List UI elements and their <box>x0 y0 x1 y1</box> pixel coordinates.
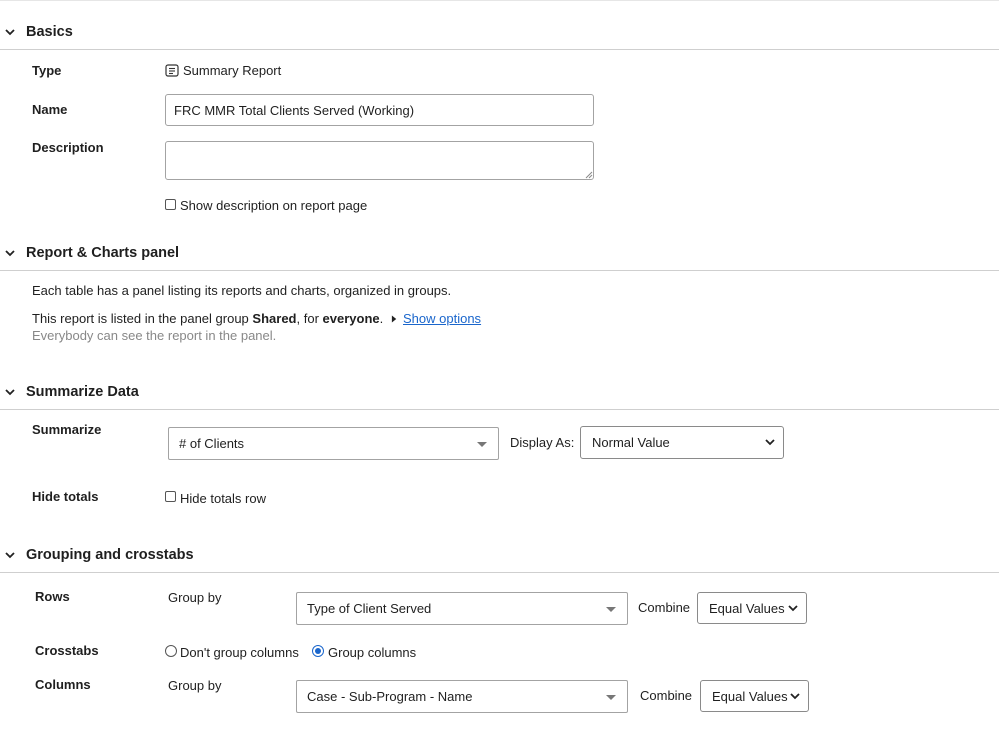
chevron-down-icon <box>5 552 15 559</box>
panel-note: Everybody can see the report in the pane… <box>32 328 277 343</box>
columns-label: Columns <box>35 677 91 692</box>
rows-group-by-label: Group by <box>168 590 222 605</box>
dropdown-arrow-icon <box>477 442 487 447</box>
columns-combine-select[interactable]: Equal Values <box>700 680 809 712</box>
top-divider <box>0 0 999 1</box>
section-header-panel[interactable]: Report & Charts panel <box>0 238 999 271</box>
summary-report-icon <box>165 64 179 77</box>
columns-combine-label: Combine <box>640 688 693 703</box>
display-as-select[interactable]: Normal Value <box>580 426 784 459</box>
section-title: Basics <box>26 24 73 40</box>
name-input[interactable] <box>165 94 594 126</box>
description-textarea[interactable] <box>165 141 594 180</box>
dropdown-arrow-icon <box>606 607 616 612</box>
group-columns-label[interactable]: Group columns <box>328 645 416 660</box>
panel-intro: Each table has a panel listing its repor… <box>32 283 452 298</box>
show-description-label[interactable]: Show description on report page <box>180 198 367 213</box>
chevron-down-icon <box>790 693 800 700</box>
type-label: Type <box>32 63 62 78</box>
section-title: Summarize Data <box>26 384 139 400</box>
caret-right-icon[interactable] <box>391 315 398 323</box>
summarize-combobox[interactable]: # of Clients <box>168 427 499 460</box>
panel-listing-line: This report is listed in the panel group… <box>32 311 383 326</box>
summarize-value: # of Clients <box>179 436 245 451</box>
section-header-summarize[interactable]: Summarize Data <box>0 377 999 410</box>
rows-combine-value: Equal Values <box>709 601 785 616</box>
show-description-checkbox[interactable] <box>165 199 176 210</box>
panel-audience: everyone <box>322 311 380 326</box>
show-options-link[interactable]: Show options <box>403 311 481 326</box>
rows-combine-select[interactable]: Equal Values <box>697 592 807 624</box>
rows-group-by-value: Type of Client Served <box>307 601 432 616</box>
section-header-grouping[interactable]: Grouping and crosstabs <box>0 540 999 573</box>
resize-handle-icon[interactable] <box>585 171 593 179</box>
dont-group-columns-radio[interactable] <box>165 645 177 657</box>
section-title: Grouping and crosstabs <box>26 547 194 563</box>
section-header-basics[interactable]: Basics <box>0 17 999 50</box>
columns-group-by-combobox[interactable]: Case - Sub-Program - Name <box>296 680 628 713</box>
listed-end: . <box>379 311 384 326</box>
columns-group-by-label: Group by <box>168 678 222 693</box>
crosstabs-label: Crosstabs <box>35 643 99 658</box>
hide-totals-row-label[interactable]: Hide totals row <box>180 491 266 506</box>
hide-totals-checkbox[interactable] <box>165 491 176 502</box>
type-value: Summary Report <box>183 63 282 78</box>
chevron-down-icon <box>788 605 798 612</box>
hide-totals-label: Hide totals <box>32 489 99 504</box>
panel-group-name: Shared <box>252 311 297 326</box>
group-columns-radio[interactable] <box>312 645 324 657</box>
rows-group-by-combobox[interactable]: Type of Client Served <box>296 592 628 625</box>
section-title: Report & Charts panel <box>26 245 180 261</box>
display-as-label: Display As: <box>510 435 575 450</box>
name-label: Name <box>32 102 68 117</box>
chevron-down-icon <box>5 389 15 396</box>
summarize-label: Summarize <box>32 422 102 437</box>
columns-group-by-value: Case - Sub-Program - Name <box>307 689 473 704</box>
listed-prefix: This report is listed in the panel group <box>32 311 249 326</box>
listed-mid: , for <box>296 311 319 326</box>
rows-label: Rows <box>35 589 70 604</box>
chevron-down-icon <box>5 250 15 257</box>
description-label: Description <box>32 140 104 155</box>
columns-combine-value: Equal Values <box>712 689 788 704</box>
dont-group-columns-label[interactable]: Don't group columns <box>180 645 299 660</box>
chevron-down-icon <box>765 439 775 446</box>
dropdown-arrow-icon <box>606 695 616 700</box>
chevron-down-icon <box>5 29 15 36</box>
display-as-value: Normal Value <box>592 435 670 450</box>
rows-combine-label: Combine <box>638 600 691 615</box>
